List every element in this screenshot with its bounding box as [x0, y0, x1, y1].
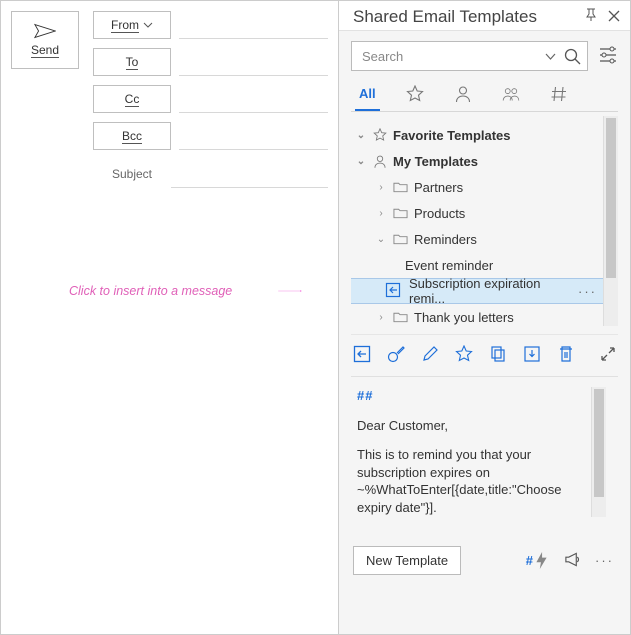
- tab-person-icon[interactable]: [450, 81, 476, 111]
- chevron-right-icon: ›: [375, 182, 387, 193]
- tree-folder-partners[interactable]: › Partners: [351, 174, 603, 200]
- preview-greeting: Dear Customer,: [357, 417, 591, 435]
- from-field[interactable]: [179, 11, 328, 39]
- person-icon: [373, 154, 387, 169]
- templates-panel: Shared Email Templates Search: [339, 1, 630, 634]
- star-icon: [373, 128, 387, 142]
- chevron-down-icon[interactable]: [545, 53, 556, 60]
- tree-label: Thank you letters: [414, 310, 514, 325]
- tree-label: Partners: [414, 180, 463, 195]
- folder-icon: [393, 233, 408, 245]
- subject-field[interactable]: [171, 160, 328, 188]
- preview-body: This is to remind you that your subscrip…: [357, 446, 591, 516]
- send-icon: [34, 23, 56, 39]
- search-placeholder: Search: [362, 49, 403, 64]
- from-label: From: [111, 18, 139, 33]
- tree-folder-reminders[interactable]: ⌄ Reminders: [351, 226, 603, 252]
- toolbar-pen-globe-icon[interactable]: [387, 345, 405, 366]
- compose-pane: Send From To Cc: [1, 1, 339, 634]
- search-icon[interactable]: [564, 48, 581, 65]
- insert-template-icon[interactable]: [385, 282, 401, 301]
- cc-label: Cc: [125, 92, 140, 107]
- tree-label: Reminders: [414, 232, 477, 247]
- chevron-down-icon: [143, 22, 153, 28]
- callout-annotation: Click to insert into a message: [69, 284, 232, 298]
- hash-bolt-icon[interactable]: #: [526, 552, 550, 569]
- arrow-annotation: [231, 290, 349, 292]
- tree-scrollbar[interactable]: [603, 116, 618, 326]
- toolbar-star-icon[interactable]: [455, 345, 473, 366]
- template-preview: ## Dear Customer, This is to remind you …: [351, 376, 618, 538]
- new-template-button[interactable]: New Template: [353, 546, 461, 575]
- folder-icon: [393, 181, 408, 193]
- to-button[interactable]: To: [93, 48, 171, 76]
- folder-icon: [393, 311, 408, 323]
- cc-button[interactable]: Cc: [93, 85, 171, 113]
- filter-icon[interactable]: [598, 46, 618, 67]
- toolbar-insert-icon[interactable]: [353, 345, 371, 366]
- tree-label: Favorite Templates: [393, 128, 511, 143]
- toolbar-import-icon[interactable]: [523, 345, 541, 366]
- chevron-right-icon: ›: [375, 312, 387, 323]
- send-button[interactable]: Send: [11, 11, 79, 69]
- pin-icon[interactable]: [584, 7, 598, 27]
- tree-group-my-templates[interactable]: ⌄ My Templates: [351, 148, 603, 174]
- expand-icon[interactable]: [600, 346, 616, 365]
- chevron-right-icon: ›: [375, 208, 387, 219]
- bcc-button[interactable]: Bcc: [93, 122, 171, 150]
- scroll-thumb[interactable]: [606, 118, 616, 278]
- scroll-thumb[interactable]: [594, 389, 604, 497]
- template-tree: ⌄ Favorite Templates ⌄ My Templates › Pa…: [351, 116, 603, 330]
- folder-icon: [393, 207, 408, 219]
- to-label: To: [126, 55, 139, 70]
- toolbar-delete-icon[interactable]: [557, 345, 575, 366]
- search-input[interactable]: Search: [351, 41, 588, 71]
- bcc-field[interactable]: [179, 122, 328, 150]
- tree-label: Event reminder: [405, 258, 493, 273]
- more-dots-icon[interactable]: ···: [595, 553, 614, 568]
- toolbar-edit-icon[interactable]: [421, 345, 439, 366]
- subject-label: Subject: [93, 167, 171, 181]
- toolbar-copy-icon[interactable]: [489, 345, 507, 366]
- from-button[interactable]: From: [93, 11, 171, 39]
- panel-title: Shared Email Templates: [353, 7, 537, 27]
- bcc-label: Bcc: [122, 129, 142, 144]
- tab-all[interactable]: All: [355, 82, 380, 111]
- chevron-down-icon: ⌄: [355, 130, 367, 141]
- tree-item-subscription-expiration[interactable]: Subscription expiration remi... ···: [351, 278, 603, 304]
- tree-label: Subscription expiration remi...: [409, 276, 572, 306]
- tab-favorite-icon[interactable]: [402, 81, 428, 111]
- chevron-down-icon: ⌄: [355, 156, 367, 167]
- preview-hash: ##: [357, 387, 591, 405]
- preview-scrollbar[interactable]: [591, 387, 606, 517]
- tree-item-event-reminder[interactable]: Event reminder: [351, 252, 603, 278]
- more-dots-icon[interactable]: ···: [578, 284, 597, 299]
- megaphone-icon[interactable]: [564, 551, 581, 571]
- tree-label: My Templates: [393, 154, 478, 169]
- tab-people-icon[interactable]: [498, 81, 524, 111]
- tree-folder-thank-you[interactable]: › Thank you letters: [351, 304, 603, 330]
- to-field[interactable]: [179, 48, 328, 76]
- tree-group-favorites[interactable]: ⌄ Favorite Templates: [351, 122, 603, 148]
- tree-label: Products: [414, 206, 465, 221]
- close-icon[interactable]: [608, 7, 620, 27]
- tree-folder-products[interactable]: › Products: [351, 200, 603, 226]
- cc-field[interactable]: [179, 85, 328, 113]
- tab-hash-icon[interactable]: [546, 81, 572, 111]
- send-label: Send: [31, 43, 59, 58]
- chevron-down-icon: ⌄: [375, 234, 387, 245]
